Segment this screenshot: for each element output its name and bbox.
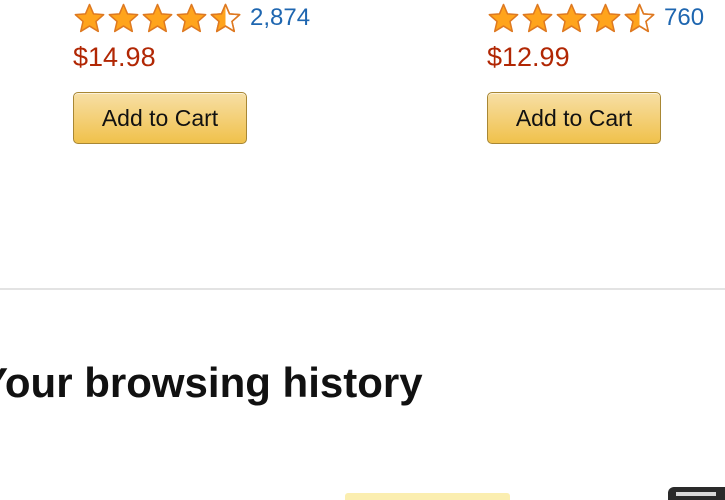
- add-to-cart-button[interactable]: Add to Cart: [73, 92, 247, 144]
- star-icon: [555, 2, 588, 35]
- star-half-icon: [209, 2, 242, 35]
- star-icon: [521, 2, 554, 35]
- star-icon: [141, 2, 174, 35]
- star-icon: [73, 2, 106, 35]
- star-rating[interactable]: [487, 2, 656, 35]
- section-divider: [0, 288, 725, 290]
- star-icon: [487, 2, 520, 35]
- rating-row: 2,874: [73, 0, 310, 36]
- rating-count-link[interactable]: 2,874: [250, 6, 310, 30]
- star-icon: [589, 2, 622, 35]
- add-to-cart-button[interactable]: Add to Cart: [487, 92, 661, 144]
- price: $12.99: [487, 42, 570, 72]
- price: $14.98: [73, 42, 156, 72]
- star-icon: [107, 2, 140, 35]
- rating-count-link[interactable]: 760: [664, 6, 704, 30]
- history-item-thumbnail[interactable]: [345, 493, 510, 500]
- rating-row: 760: [487, 0, 704, 36]
- history-item-thumbnail[interactable]: [668, 487, 725, 500]
- page: 2,874 $14.98 Add to Cart 760 $12.99 Add …: [0, 0, 725, 500]
- browsing-history-heading: Your browsing history: [0, 359, 423, 406]
- star-half-icon: [623, 2, 656, 35]
- star-rating[interactable]: [73, 2, 242, 35]
- star-icon: [175, 2, 208, 35]
